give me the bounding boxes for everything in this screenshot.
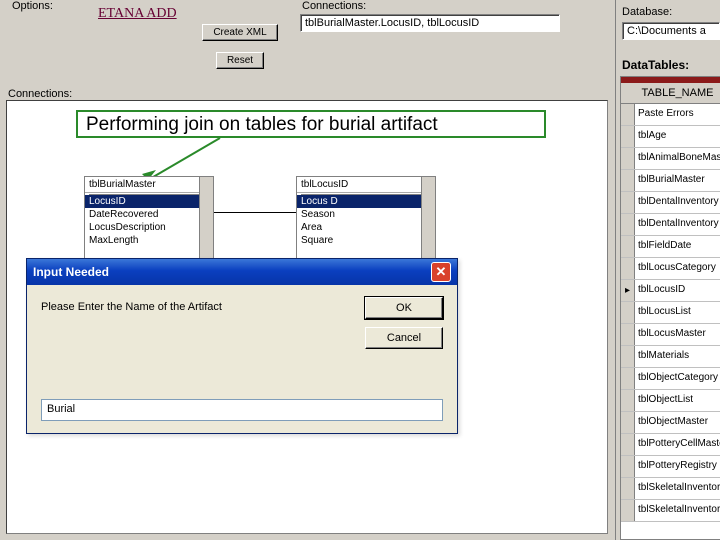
options-label: Options: — [10, 0, 55, 12]
table-cell: tblObjectList — [635, 390, 720, 411]
table-row[interactable]: Paste Errors — [621, 104, 720, 126]
table-row[interactable]: tblMaterials — [621, 346, 720, 368]
table-row[interactable]: tblLocusList — [621, 302, 720, 324]
row-selector[interactable] — [621, 192, 635, 213]
table1-field[interactable]: DateRecovered — [85, 208, 213, 221]
table-cell: Paste Errors — [635, 104, 720, 125]
table-box-locusid[interactable]: tblLocusID Locus DSeasonAreaSquare — [296, 176, 436, 260]
connections-top-label: Connections: — [300, 0, 368, 12]
table-cell: tblObjectMaster — [635, 412, 720, 433]
table-row[interactable]: tblBurialMaster — [621, 170, 720, 192]
row-selector[interactable] — [621, 170, 635, 191]
table-row[interactable]: tblDentalInventory — [621, 214, 720, 236]
input-dialog: Input Needed ✕ Please Enter the Name of … — [26, 258, 458, 434]
database-label: Database: — [622, 6, 672, 18]
row-selector[interactable] — [621, 148, 635, 169]
scrollbar[interactable] — [199, 177, 213, 259]
row-selector[interactable] — [621, 412, 635, 433]
table-cell: tblPotteryCellMaste — [635, 434, 720, 455]
row-selector[interactable] — [621, 434, 635, 455]
row-selector[interactable] — [621, 478, 635, 499]
table-row[interactable]: tblAge — [621, 126, 720, 148]
reset-button[interactable]: Reset — [216, 52, 264, 69]
row-selector[interactable] — [621, 126, 635, 147]
table-row[interactable]: tblObjectMaster — [621, 412, 720, 434]
row-selector[interactable] — [621, 500, 635, 521]
table1-field[interactable]: MaxLength — [85, 234, 213, 247]
table1-field[interactable]: LocusID — [85, 195, 213, 208]
app-title: ETANA ADD — [98, 6, 177, 22]
table2-field[interactable]: Area — [297, 221, 435, 234]
table-row[interactable]: tblSkeletalInventor — [621, 500, 720, 522]
table-row[interactable]: tblPotteryCellMaste — [621, 434, 720, 456]
close-icon[interactable]: ✕ — [431, 262, 451, 282]
column-name: TABLE_NAME — [637, 87, 718, 99]
table-cell: tblPotteryRegistry — [635, 456, 720, 477]
table-cell: tblLocusList — [635, 302, 720, 323]
connections-value[interactable]: tblBurialMaster.LocusID, tblLocusID — [300, 14, 560, 32]
row-selector[interactable] — [621, 214, 635, 235]
table2-title: tblLocusID — [297, 177, 435, 193]
table-cell: tblAge — [635, 126, 720, 147]
row-selector[interactable] — [621, 346, 635, 367]
create-xml-button[interactable]: Create XML — [202, 24, 278, 41]
table-row[interactable]: tblSkeletalInventor — [621, 478, 720, 500]
table-row[interactable]: tblDentalInventory — [621, 192, 720, 214]
dialog-title: Input Needed — [33, 265, 109, 279]
row-selector[interactable] — [621, 104, 635, 125]
row-selector[interactable] — [621, 258, 635, 279]
dialog-prompt: Please Enter the Name of the Artifact — [41, 301, 222, 313]
table-cell: tblDentalInventory — [635, 192, 720, 213]
artifact-name-input[interactable]: Burial — [41, 399, 443, 421]
row-selector[interactable] — [621, 236, 635, 257]
table-cell: tblSkeletalInventor — [635, 500, 720, 521]
table-cell: tblLocusID — [635, 280, 720, 301]
scrollbar[interactable] — [421, 177, 435, 259]
row-selector[interactable] — [621, 302, 635, 323]
table-row[interactable]: tblPotteryRegistry — [621, 456, 720, 478]
database-path-input[interactable]: C:\Documents a — [622, 22, 720, 40]
table-cell: tblDentalInventory — [635, 214, 720, 235]
table-row[interactable]: tblFieldDate — [621, 236, 720, 258]
table1-title: tblBurialMaster — [85, 177, 213, 193]
table-row[interactable]: tblObjectList — [621, 390, 720, 412]
join-line — [214, 212, 296, 213]
row-selector[interactable]: ▸ — [621, 280, 635, 301]
row-selector[interactable] — [621, 456, 635, 477]
ok-button[interactable]: OK — [365, 297, 443, 319]
connections-left-label: Connections: — [6, 88, 74, 100]
row-selector[interactable] — [621, 390, 635, 411]
table2-field[interactable]: Square — [297, 234, 435, 247]
table-box-burialmaster[interactable]: tblBurialMaster LocusIDDateRecoveredLocu… — [84, 176, 214, 260]
table-row[interactable]: tblLocusCategory — [621, 258, 720, 280]
table1-field[interactable]: LocusDescription — [85, 221, 213, 234]
table-row[interactable]: tblLocusMaster — [621, 324, 720, 346]
table-cell: tblObjectCategory — [635, 368, 720, 389]
table-cell: tblFieldDate — [635, 236, 720, 257]
table-cell: tblLocusCategory — [635, 258, 720, 279]
cancel-button[interactable]: Cancel — [365, 327, 443, 349]
right-pane: Database: C:\Documents a DataTables: TAB… — [615, 0, 720, 540]
table-cell: tblMaterials — [635, 346, 720, 367]
callout-annotation: Performing join on tables for burial art… — [76, 110, 546, 138]
data-tables-label: DataTables: — [622, 58, 689, 72]
table-row[interactable]: tblAnimalBoneMast — [621, 148, 720, 170]
table-row[interactable]: ▸tblLocusID — [621, 280, 720, 302]
table-row[interactable]: tblObjectCategory — [621, 368, 720, 390]
grid-column-header[interactable]: TABLE_NAME — [621, 83, 720, 104]
data-tables-grid[interactable]: TABLE_NAME Paste ErrorstblAgetblAnimalBo… — [620, 76, 720, 540]
table-cell: tblSkeletalInventor — [635, 478, 720, 499]
table-cell: tblBurialMaster — [635, 170, 720, 191]
table2-field[interactable]: Season — [297, 208, 435, 221]
row-selector[interactable] — [621, 368, 635, 389]
row-selector[interactable] — [621, 324, 635, 345]
table-cell: tblLocusMaster — [635, 324, 720, 345]
dialog-titlebar[interactable]: Input Needed ✕ — [27, 259, 457, 285]
table-cell: tblAnimalBoneMast — [635, 148, 720, 169]
table2-field[interactable]: Locus D — [297, 195, 435, 208]
